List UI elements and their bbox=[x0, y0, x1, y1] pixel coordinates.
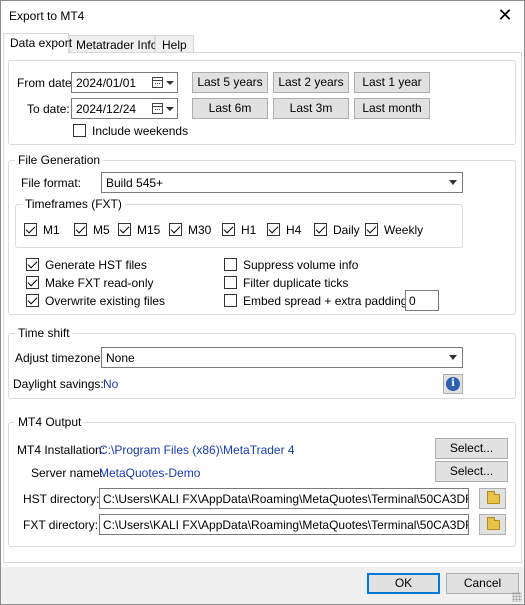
server-name-label: Server name: bbox=[31, 466, 104, 480]
browse-fxt-button[interactable] bbox=[479, 514, 506, 535]
hst-directory-value: C:\Users\KALI FX\AppData\Roaming\MetaQuo… bbox=[103, 492, 469, 506]
fxt-readonly-label: Make FXT read-only bbox=[45, 276, 154, 290]
mt4-installation-label: MT4 Installation: bbox=[17, 443, 106, 457]
chevron-down-icon bbox=[166, 81, 174, 85]
tab-metatrader-info[interactable]: Metatrader Info bbox=[69, 35, 157, 53]
to-date-value: 2024/12/24 bbox=[76, 102, 137, 116]
tab-help[interactable]: Help bbox=[155, 35, 194, 53]
timeframe-m30-checkbox[interactable] bbox=[169, 223, 182, 236]
generate-hst-checkbox[interactable] bbox=[26, 258, 39, 271]
timeframe-m30-label: M30 bbox=[188, 223, 212, 237]
timeframes-title: Timeframes (FXT) bbox=[22, 197, 125, 211]
timeframe-m1-checkbox[interactable] bbox=[24, 223, 37, 236]
timeframe-h1-checkbox[interactable] bbox=[222, 223, 235, 236]
chevron-down-icon bbox=[166, 107, 174, 111]
ok-button[interactable]: OK bbox=[367, 573, 440, 594]
cancel-button[interactable]: Cancel bbox=[446, 573, 519, 594]
chevron-down-icon bbox=[449, 180, 457, 185]
include-weekends-checkbox[interactable] bbox=[73, 124, 86, 137]
title-bar: Export to MT4 ✕ bbox=[1, 1, 524, 31]
overwrite-files-checkbox[interactable] bbox=[26, 294, 39, 307]
browse-hst-button[interactable] bbox=[479, 488, 506, 509]
time-shift-group: Time shift Adjust timezone: None Dayligh… bbox=[8, 326, 516, 399]
timeframe-weekly-checkbox[interactable] bbox=[365, 223, 378, 236]
dialog-footer: OK Cancel bbox=[1, 567, 524, 604]
from-date-picker[interactable]: 2024/01/01 bbox=[71, 72, 178, 93]
tab-panel-data-export: From date: 2024/01/01 To date: 2024/12/2… bbox=[3, 52, 522, 563]
export-dialog: Export to MT4 ✕ Data export Metatrader I… bbox=[0, 0, 525, 605]
file-generation-group: File Generation File format: Build 545+ … bbox=[8, 153, 516, 315]
file-generation-title: File Generation bbox=[15, 153, 104, 167]
daylight-savings-label: Daylight savings: bbox=[13, 377, 104, 391]
timeframe-m15-label: M15 bbox=[137, 223, 161, 237]
fxt-directory-value: C:\Users\KALI FX\AppData\Roaming\MetaQuo… bbox=[103, 518, 469, 532]
fxt-readonly-checkbox[interactable] bbox=[26, 276, 39, 289]
mt4-output-title: MT4 Output bbox=[15, 415, 85, 429]
hst-directory-input[interactable]: C:\Users\KALI FX\AppData\Roaming\MetaQuo… bbox=[99, 488, 469, 509]
timeframe-h1-label: H1 bbox=[241, 223, 257, 237]
filter-duplicates-checkbox[interactable] bbox=[224, 276, 237, 289]
from-date-label: From date: bbox=[17, 76, 76, 90]
last-1-year-button[interactable]: Last 1 year bbox=[354, 72, 430, 93]
timeframe-h4-label: H4 bbox=[286, 223, 302, 237]
daylight-savings-value: No bbox=[103, 377, 119, 391]
from-date-value: 2024/01/01 bbox=[76, 76, 137, 90]
calendar-icon bbox=[152, 103, 163, 114]
tab-data-export[interactable]: Data export bbox=[3, 33, 72, 54]
include-weekends-label: Include weekends bbox=[92, 124, 189, 138]
last-month-button[interactable]: Last month bbox=[354, 98, 430, 119]
resize-grip-icon[interactable] bbox=[512, 592, 522, 602]
timeframe-daily-checkbox[interactable] bbox=[314, 223, 327, 236]
fxt-directory-label: FXT directory: bbox=[23, 518, 99, 532]
to-date-picker[interactable]: 2024/12/24 bbox=[71, 98, 178, 119]
last-6m-button[interactable]: Last 6m bbox=[192, 98, 268, 119]
timeframe-m15-checkbox[interactable] bbox=[118, 223, 131, 236]
to-date-label: To date: bbox=[27, 102, 70, 116]
file-format-value: Build 545+ bbox=[106, 176, 164, 190]
overwrite-files-label: Overwrite existing files bbox=[45, 294, 166, 308]
timeframe-m5-checkbox[interactable] bbox=[74, 223, 87, 236]
timeframe-m5-label: M5 bbox=[93, 223, 110, 237]
folder-icon bbox=[487, 491, 500, 504]
close-icon[interactable]: ✕ bbox=[492, 3, 518, 29]
hst-directory-label: HST directory: bbox=[23, 492, 100, 506]
info-icon: i bbox=[446, 377, 460, 391]
spread-padding-value: 0 bbox=[409, 294, 416, 308]
chevron-down-icon bbox=[449, 355, 457, 360]
calendar-icon bbox=[152, 77, 163, 88]
timeframe-h4-checkbox[interactable] bbox=[267, 223, 280, 236]
last-5-years-button[interactable]: Last 5 years bbox=[192, 72, 268, 93]
server-name-value: MetaQuotes-Demo bbox=[99, 466, 201, 480]
file-format-select[interactable]: Build 545+ bbox=[101, 172, 463, 193]
fxt-directory-input[interactable]: C:\Users\KALI FX\AppData\Roaming\MetaQuo… bbox=[99, 514, 469, 535]
suppress-volume-label: Suppress volume info bbox=[243, 258, 359, 272]
generate-hst-label: Generate HST files bbox=[45, 258, 147, 272]
timeframes-group: Timeframes (FXT) M1 M5 M15 M30 H1 H4 Dai… bbox=[15, 197, 463, 248]
embed-spread-checkbox[interactable] bbox=[224, 294, 237, 307]
date-range-group: From date: 2024/01/01 To date: 2024/12/2… bbox=[8, 60, 516, 145]
select-server-button[interactable]: Select... bbox=[435, 461, 508, 482]
suppress-volume-checkbox[interactable] bbox=[224, 258, 237, 271]
select-installation-button[interactable]: Select... bbox=[435, 438, 508, 459]
timezone-select[interactable]: None bbox=[101, 347, 463, 368]
time-shift-title: Time shift bbox=[15, 326, 73, 340]
filter-duplicates-label: Filter duplicate ticks bbox=[243, 276, 349, 290]
window-title: Export to MT4 bbox=[9, 9, 85, 23]
timezone-value: None bbox=[106, 351, 135, 365]
spread-padding-input[interactable]: 0 bbox=[405, 290, 439, 311]
last-3m-button[interactable]: Last 3m bbox=[273, 98, 349, 119]
embed-spread-label: Embed spread + extra padding of bbox=[243, 294, 421, 308]
adjust-timezone-label: Adjust timezone: bbox=[15, 351, 104, 365]
timezone-info-button[interactable]: i bbox=[443, 374, 463, 394]
timeframe-weekly-label: Weekly bbox=[384, 223, 424, 237]
last-2-years-button[interactable]: Last 2 years bbox=[273, 72, 349, 93]
timeframe-daily-label: Daily bbox=[333, 223, 360, 237]
file-format-label: File format: bbox=[21, 176, 82, 190]
mt4-output-group: MT4 Output MT4 Installation: C:\Program … bbox=[8, 415, 516, 547]
folder-icon bbox=[487, 517, 500, 530]
mt4-installation-value: C:\Program Files (x86)\MetaTrader 4 bbox=[99, 443, 295, 457]
timeframe-m1-label: M1 bbox=[43, 223, 60, 237]
